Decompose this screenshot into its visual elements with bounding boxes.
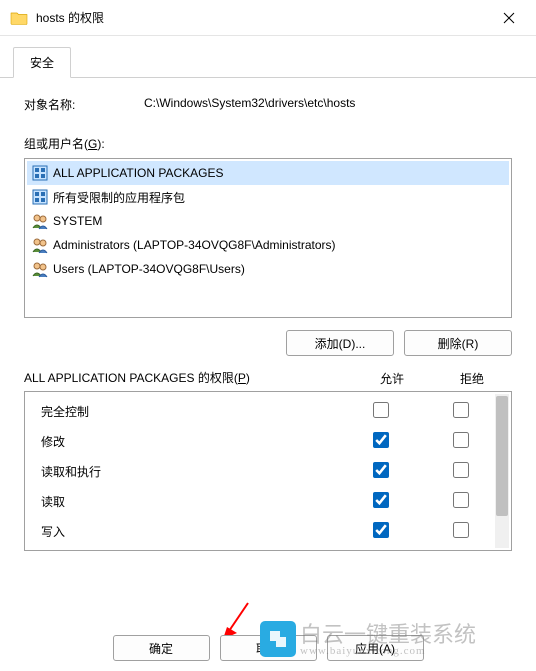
allow-checkbox[interactable] bbox=[373, 522, 389, 538]
perm-name: 读取 bbox=[35, 493, 341, 510]
deny-checkbox[interactable] bbox=[453, 522, 469, 538]
col-deny: 拒绝 bbox=[432, 370, 512, 387]
permissions-listbox[interactable]: 完全控制修改读取和执行读取写入 bbox=[24, 391, 512, 551]
package-icon bbox=[31, 164, 49, 182]
ok-button[interactable]: 确定 bbox=[113, 635, 210, 661]
tab-strip: 安全 bbox=[0, 36, 536, 78]
object-label: 对象名称: bbox=[24, 96, 144, 113]
deny-checkbox[interactable] bbox=[453, 432, 469, 448]
window-title: hosts 的权限 bbox=[36, 9, 486, 26]
list-item[interactable]: 所有受限制的应用程序包 bbox=[27, 185, 509, 209]
groups-listbox[interactable]: ALL APPLICATION PACKAGES 所有受限制的应用程序包 SYSTE… bbox=[24, 158, 512, 318]
apply-button[interactable]: 应用(A) bbox=[327, 635, 424, 661]
groups-label: 组或用户名(G): bbox=[24, 135, 512, 152]
object-row: 对象名称: C:\Windows\System32\drivers\etc\ho… bbox=[24, 96, 512, 113]
perm-header: ALL APPLICATION PACKAGES 的权限(P) 允许 拒绝 bbox=[24, 370, 512, 387]
list-item-label: Users (LAPTOP-34OVQG8F\Users) bbox=[53, 262, 245, 276]
perm-name: 读取和执行 bbox=[35, 463, 341, 480]
deny-checkbox[interactable] bbox=[453, 402, 469, 418]
allow-checkbox[interactable] bbox=[373, 432, 389, 448]
perm-name: 完全控制 bbox=[35, 403, 341, 420]
perm-row: 完全控制 bbox=[25, 396, 511, 426]
list-item-label: Administrators (LAPTOP-34OVQG8F\Administ… bbox=[53, 238, 336, 252]
list-item-label: SYSTEM bbox=[53, 214, 102, 228]
perm-name: 写入 bbox=[35, 523, 341, 540]
cancel-button[interactable]: 取消 bbox=[220, 635, 317, 661]
allow-checkbox[interactable] bbox=[373, 492, 389, 508]
perm-row: 读取和执行 bbox=[25, 456, 511, 486]
package-icon bbox=[31, 188, 49, 206]
dialog-footer: 确定 取消 应用(A) bbox=[0, 625, 536, 671]
users-icon bbox=[31, 212, 49, 230]
add-button[interactable]: 添加(D)... bbox=[286, 330, 394, 356]
folder-icon bbox=[10, 9, 28, 27]
scrollbar[interactable] bbox=[495, 394, 509, 548]
list-item[interactable]: SYSTEM bbox=[27, 209, 509, 233]
list-item-label: 所有受限制的应用程序包 bbox=[53, 189, 185, 206]
users-icon bbox=[31, 236, 49, 254]
allow-checkbox[interactable] bbox=[373, 462, 389, 478]
remove-button[interactable]: 删除(R) bbox=[404, 330, 512, 356]
object-value: C:\Windows\System32\drivers\etc\hosts bbox=[144, 96, 355, 113]
list-item[interactable]: ALL APPLICATION PACKAGES bbox=[27, 161, 509, 185]
col-allow: 允许 bbox=[352, 370, 432, 387]
scrollbar-thumb[interactable] bbox=[496, 396, 508, 516]
users-icon bbox=[31, 260, 49, 278]
perm-row: 写入 bbox=[25, 516, 511, 546]
deny-checkbox[interactable] bbox=[453, 492, 469, 508]
list-item-label: ALL APPLICATION PACKAGES bbox=[53, 166, 224, 180]
allow-checkbox[interactable] bbox=[373, 402, 389, 418]
close-button[interactable] bbox=[486, 2, 532, 34]
list-item[interactable]: Users (LAPTOP-34OVQG8F\Users) bbox=[27, 257, 509, 281]
title-bar: hosts 的权限 bbox=[0, 0, 536, 36]
perm-name: 修改 bbox=[35, 433, 341, 450]
perm-row: 修改 bbox=[25, 426, 511, 456]
perm-row: 读取 bbox=[25, 486, 511, 516]
list-item[interactable]: Administrators (LAPTOP-34OVQG8F\Administ… bbox=[27, 233, 509, 257]
tab-security[interactable]: 安全 bbox=[13, 47, 71, 78]
deny-checkbox[interactable] bbox=[453, 462, 469, 478]
